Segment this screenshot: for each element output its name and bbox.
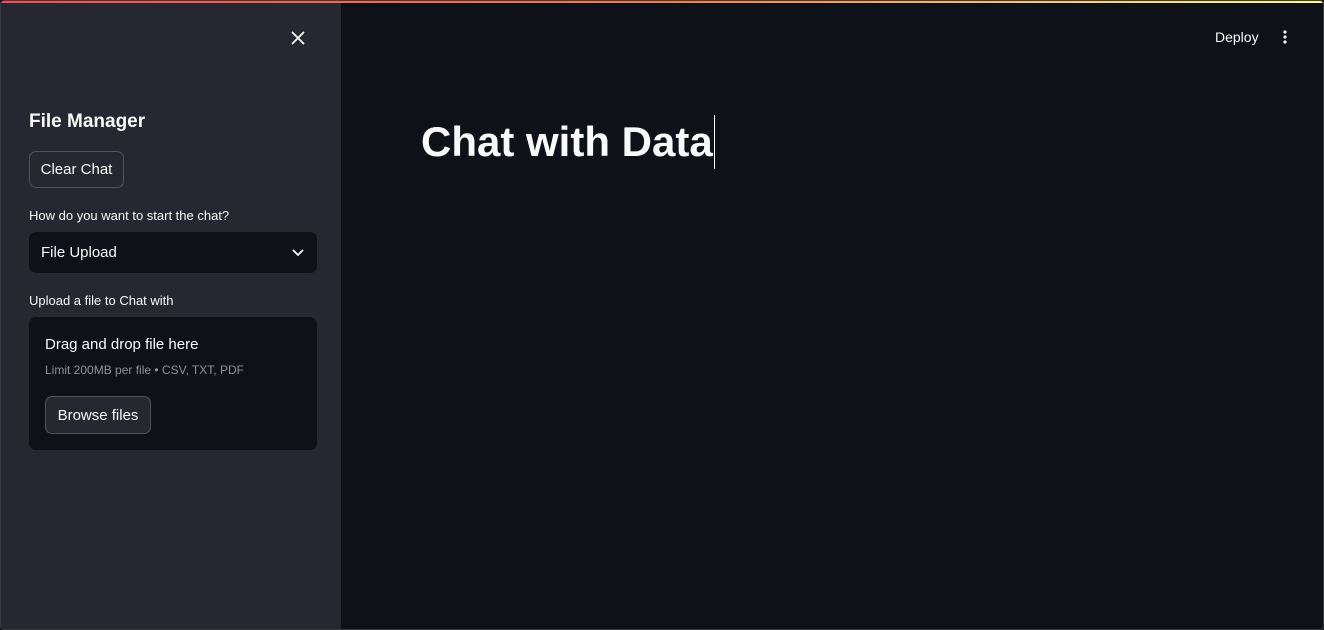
sidebar-title: File Manager [29, 111, 146, 132]
close-sidebar-button[interactable] [285, 25, 311, 51]
clear-chat-button[interactable]: Clear Chat [29, 151, 124, 188]
start-chat-select-value: File Upload [41, 244, 117, 261]
file-upload-label: Upload a file to Chat with [29, 293, 174, 308]
more-vertical-icon [1283, 30, 1287, 44]
chevron-down-icon [291, 246, 305, 260]
start-chat-select[interactable]: File Upload [29, 232, 317, 273]
app-window: File Manager Clear Chat How do you want … [0, 0, 1324, 630]
deploy-button[interactable]: Deploy [1205, 26, 1269, 48]
close-icon [291, 31, 305, 45]
sidebar: File Manager Clear Chat How do you want … [1, 1, 341, 629]
dropzone-limit-text: Limit 200MB per file • CSV, TXT, PDF [45, 363, 244, 377]
browse-files-button[interactable]: Browse files [45, 396, 151, 434]
start-chat-select-label: How do you want to start the chat? [29, 208, 230, 223]
page-title-text: Chat with Data [421, 118, 713, 165]
file-dropzone[interactable]: Drag and drop file here Limit 200MB per … [29, 317, 317, 450]
dropzone-title: Drag and drop file here [45, 336, 199, 353]
text-cursor [713, 115, 715, 169]
main-menu-button[interactable] [1273, 25, 1297, 49]
page-title: Chat with Data [421, 115, 715, 169]
top-decoration-stripe [1, 1, 1323, 3]
